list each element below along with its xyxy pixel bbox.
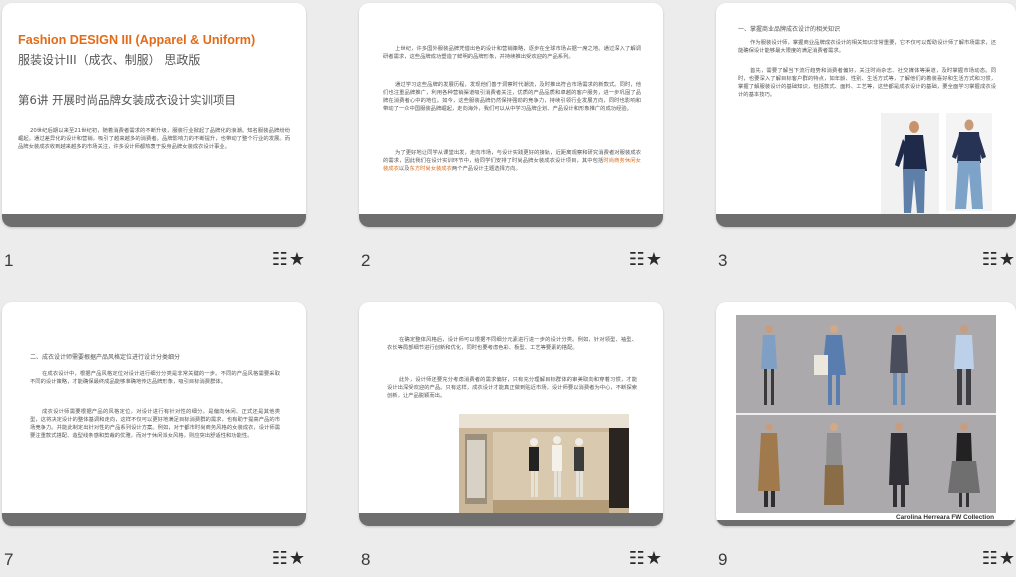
slide-sorter-grid: Fashion DESIGN III (Apparel & Uniform) 服… — [0, 0, 1016, 577]
slide-number: 3 — [718, 251, 728, 270]
section-heading: 二、成衣设计师需要根据产品风格定位进行设计分类细分 — [30, 354, 181, 361]
model-figure-2 — [946, 113, 992, 211]
slide-thumbnail-8[interactable]: 在确定整体风格后，设计师可以根据不同细分元素进行进一步的设计分类。例如，针对领型… — [359, 302, 663, 526]
model-figure-1 — [881, 113, 939, 217]
lecture-heading: 第6讲 开展时尚品牌女装成衣设计实训项目 — [18, 93, 236, 107]
slide-footer-bar — [716, 214, 1016, 227]
slide-paragraph-2: 此外，设计师还要充分考虑消费者的需求偏好，只有充分理解目标群体的审美取向和穿着习… — [387, 377, 637, 399]
slide-paragraph-1: 在成衣设计中，根据产品风格定位对设计进行细分分类是非常关键的一步。不同的产品风格… — [30, 371, 280, 385]
slide-thumbnail-1[interactable]: Fashion DESIGN III (Apparel & Uniform) 服… — [2, 3, 306, 227]
slide-options-star-icon[interactable]: ☷★ — [629, 548, 663, 569]
slide-options-star-icon[interactable]: ☷★ — [629, 249, 663, 270]
slide-title: Fashion DESIGN III (Apparel & Uniform) — [18, 33, 256, 47]
model-photo-1 — [881, 113, 939, 217]
slide-number: 8 — [361, 550, 371, 569]
slide-options-star-icon[interactable]: ☷★ — [982, 249, 1016, 270]
paragraph-text: 两个产品设计主题选择方向。 — [451, 166, 521, 172]
slide-paragraph-1: 作为服装设计师，掌握商业品牌成衣设计的相关知识非常重要，它不仅可以帮助设计师了解… — [738, 40, 996, 54]
slide-number: 7 — [4, 550, 14, 569]
slide-body-text: 20世纪后期以来至21世纪初，随着消费者需求的不断升级，服装行业掀起了品牌化的浪… — [18, 128, 290, 150]
slide-paragraph-3: 为了更好地让同学从课堂出发，走向市场，与设计实践更好的接轨，近距离观察和研究消费… — [383, 149, 641, 173]
slide-paragraph-2: 成衣设计师需要根据产品的风格定位，对设计进行有针对性的细分。是偏向休闲、正式还是… — [30, 409, 280, 439]
slide-thumbnail-3[interactable]: 一、掌握商业品牌成衣设计的相关知识 作为服装设计师，掌握商业品牌成衣设计的相关知… — [716, 3, 1016, 227]
slide-paragraph-1: 在确定整体风格后，设计师可以根据不同细分元素进行进一步的设计分类。例如，针对领型… — [387, 337, 637, 351]
slide-subtitle: 服装设计III（成衣、制服） 思政版 — [18, 53, 201, 67]
slide-footer-bar — [2, 214, 306, 227]
slide-thumbnail-2[interactable]: 上世纪，许多国外服装品牌凭借出色的设计和营销策略，逐步在全球市场占据一席之地。通… — [359, 3, 663, 227]
store-window-graphic — [459, 414, 629, 516]
slide-paragraph-2: 通过学习这些品牌的发展历程，发现他们善于洞察时代潮流，及时推出符合市场需求的新款… — [383, 82, 641, 112]
slide-footer-bar — [716, 520, 1016, 526]
slide-paragraph-1: 上世纪，许多国外服装品牌凭借出色的设计和营销策略，逐步在全球市场占据一席之地。通… — [383, 46, 641, 60]
slide-footer-bar — [2, 513, 306, 526]
slide-number: 2 — [361, 251, 371, 270]
paragraph-text: 以及 — [398, 166, 410, 172]
collection-photo-grid — [736, 315, 996, 513]
model-photo-2 — [946, 113, 992, 211]
slide-thumbnail-9[interactable]: Carolina Herreara FW Collection — [716, 302, 1016, 526]
slide-options-star-icon[interactable]: ☷★ — [982, 548, 1016, 569]
slide-footer-bar — [359, 214, 663, 227]
slide-footer-bar — [359, 513, 663, 526]
slide-thumbnail-7[interactable]: 二、成衣设计师需要根据产品风格定位进行设计分类细分 在成衣设计中，根据产品风格定… — [2, 302, 306, 526]
slide-number: 1 — [4, 251, 14, 270]
slide-paragraph-2: 首先，需要了解当下流行趋势和消费者偏好，关注时尚杂志、社交媒体等渠道，及时掌握市… — [738, 68, 996, 98]
slide-options-star-icon[interactable]: ☷★ — [272, 249, 306, 270]
runway-models-grid — [736, 315, 996, 513]
highlight-text: 东方时尚女装成衣 — [409, 166, 452, 172]
store-window-photo — [459, 414, 629, 516]
slide-options-star-icon[interactable]: ☷★ — [272, 548, 306, 569]
slide-number: 9 — [718, 550, 728, 569]
section-heading: 一、掌握商业品牌成衣设计的相关知识 — [738, 26, 841, 33]
